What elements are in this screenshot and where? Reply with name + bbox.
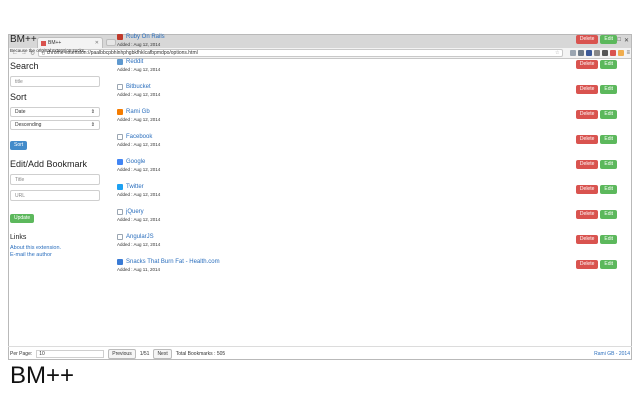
bookmark-title[interactable]: Snacks That Burn Fat - Health.com: [126, 259, 220, 265]
bookmark-added-date: Added : Aug 12, 2014: [117, 92, 161, 97]
bookmark-added-date: Added : Aug 12, 2014: [117, 192, 161, 197]
email-author-link[interactable]: E-mail the author: [10, 252, 110, 258]
sort-order-select[interactable]: Descending ⇕: [10, 120, 100, 130]
list-item: AngularJS Added : Aug 12, 2014 Delete Edi…: [117, 234, 617, 259]
sidebar: BM++ Because the original extension suck…: [10, 34, 110, 259]
total-bookmarks: Total Bookmarks : 505: [175, 350, 226, 357]
page-icon: [117, 234, 123, 240]
bookmark-title[interactable]: Ruby On Rails: [126, 34, 165, 40]
bookmark-title[interactable]: Facebook: [126, 134, 152, 140]
app-tagline: Because the original extension sucks.: [10, 48, 86, 53]
edit-button[interactable]: Edit: [600, 60, 617, 69]
list-item: Reddit Added : Aug 12, 2014 Delete Edit: [117, 59, 617, 84]
copyright-link[interactable]: Rami GB - 2014: [594, 351, 630, 357]
update-button[interactable]: Update: [10, 214, 35, 223]
next-button[interactable]: Next: [153, 348, 172, 359]
menu-icon[interactable]: ≡: [626, 50, 630, 56]
per-page-input[interactable]: 10: [36, 349, 105, 358]
list-item: Facebook Added : Aug 12, 2014 Delete Edit: [117, 134, 617, 159]
rails-icon: [117, 34, 123, 40]
sort-field-value: Date: [15, 109, 26, 115]
list-item: jQuery Added : Aug 12, 2014 Delete Edit: [117, 209, 617, 234]
health-icon: [117, 259, 123, 265]
app-title: BM++: [10, 34, 37, 45]
edit-button[interactable]: Edit: [600, 235, 617, 244]
delete-button[interactable]: Delete: [575, 260, 599, 269]
edit-button[interactable]: Edit: [600, 135, 617, 144]
extension-icon[interactable]: [618, 50, 625, 56]
bookmark-title[interactable]: Google: [126, 159, 145, 165]
pagination-footer: Per Page: 10 Previous 1/51 Next Total Bo…: [8, 346, 632, 360]
select-arrows-icon: ⇕: [90, 109, 95, 115]
links-heading: Links: [10, 234, 27, 241]
page-indicator: 1/51: [139, 350, 150, 357]
bookmark-title[interactable]: Rami Gb: [126, 109, 150, 115]
edit-button[interactable]: Edit: [600, 110, 617, 119]
bookmark-title[interactable]: Bitbucket: [126, 84, 151, 90]
delete-button[interactable]: Delete: [575, 210, 599, 219]
bookmark-added-date: Added : Aug 12, 2014: [117, 167, 161, 172]
bookmark-title[interactable]: AngularJS: [126, 234, 154, 240]
list-item: Ruby On Rails Added : Aug 12, 2014 Delet…: [117, 34, 617, 59]
caption-title: BM++: [10, 362, 75, 389]
bookmark-added-date: Added : Aug 12, 2014: [117, 67, 161, 72]
bookmark-added-date: Added : Aug 11, 2014: [117, 267, 160, 272]
select-arrows-icon: ⇕: [90, 122, 95, 128]
screenshot-frame: BM++ ✕ – □ ✕ ← → ↻ ▯ chrome-extension://…: [0, 0, 640, 400]
bookmark-added-date: Added : Aug 12, 2014: [117, 217, 161, 222]
per-page-label: Per Page:: [10, 350, 33, 357]
delete-button[interactable]: Delete: [575, 85, 599, 94]
delete-button[interactable]: Delete: [575, 160, 599, 169]
edit-button[interactable]: Edit: [600, 85, 617, 94]
list-item: Rami Gb Added : Aug 12, 2014 Delete Edit: [117, 109, 617, 134]
list-item: Google Added : Aug 12, 2014 Delete Edit: [117, 159, 617, 184]
bookmark-added-date: Added : Aug 12, 2014: [117, 42, 161, 47]
edit-button[interactable]: Edit: [600, 35, 617, 44]
edit-button[interactable]: Edit: [600, 160, 617, 169]
url-input[interactable]: URL: [10, 190, 100, 201]
sort-order-value: Descending: [15, 122, 42, 128]
sort-field-select[interactable]: Date ⇕: [10, 107, 100, 117]
list-item: Snacks That Burn Fat - Health.com Added …: [117, 259, 617, 284]
reddit-icon: [117, 59, 123, 65]
bookmark-list: Ruby On Rails Added : Aug 12, 2014 Delet…: [117, 34, 617, 284]
edit-button[interactable]: Edit: [600, 210, 617, 219]
close-window-icon[interactable]: ✕: [624, 37, 629, 44]
list-item: Twitter Added : Aug 12, 2014 Delete Edit: [117, 184, 617, 209]
page-icon: [117, 209, 123, 215]
edit-button[interactable]: Edit: [600, 185, 617, 194]
maximize-icon[interactable]: □: [617, 37, 621, 44]
bookmark-added-date: Added : Aug 12, 2014: [117, 142, 161, 147]
sort-button[interactable]: Sort: [10, 141, 28, 150]
delete-button[interactable]: Delete: [575, 60, 599, 69]
edit-heading: Edit/Add Bookmark: [10, 159, 88, 169]
page-icon: [117, 134, 123, 140]
delete-button[interactable]: Delete: [575, 235, 599, 244]
bookmark-added-date: Added : Aug 12, 2014: [117, 117, 161, 122]
bookmark-title[interactable]: Reddit: [126, 59, 143, 65]
delete-button[interactable]: Delete: [575, 110, 599, 119]
search-input[interactable]: title: [10, 76, 100, 87]
list-item: Bitbucket Added : Aug 12, 2014 Delete Edi…: [117, 84, 617, 109]
delete-button[interactable]: Delete: [575, 185, 599, 194]
bookmark-title[interactable]: jQuery: [126, 209, 144, 215]
bookmark-added-date: Added : Aug 12, 2014: [117, 242, 161, 247]
bookmark-title[interactable]: Twitter: [126, 184, 144, 190]
sort-heading: Sort: [10, 92, 27, 102]
page-icon: [117, 84, 123, 90]
twitter-icon: [117, 184, 123, 190]
delete-button[interactable]: Delete: [575, 35, 599, 44]
google-icon: [117, 159, 123, 165]
about-link[interactable]: About this extension.: [10, 245, 110, 251]
delete-button[interactable]: Delete: [575, 135, 599, 144]
edit-button[interactable]: Edit: [600, 260, 617, 269]
title-input[interactable]: Title: [10, 174, 100, 185]
previous-button[interactable]: Previous: [108, 348, 136, 359]
search-heading: Search: [10, 61, 39, 71]
blog-icon: [117, 109, 123, 115]
